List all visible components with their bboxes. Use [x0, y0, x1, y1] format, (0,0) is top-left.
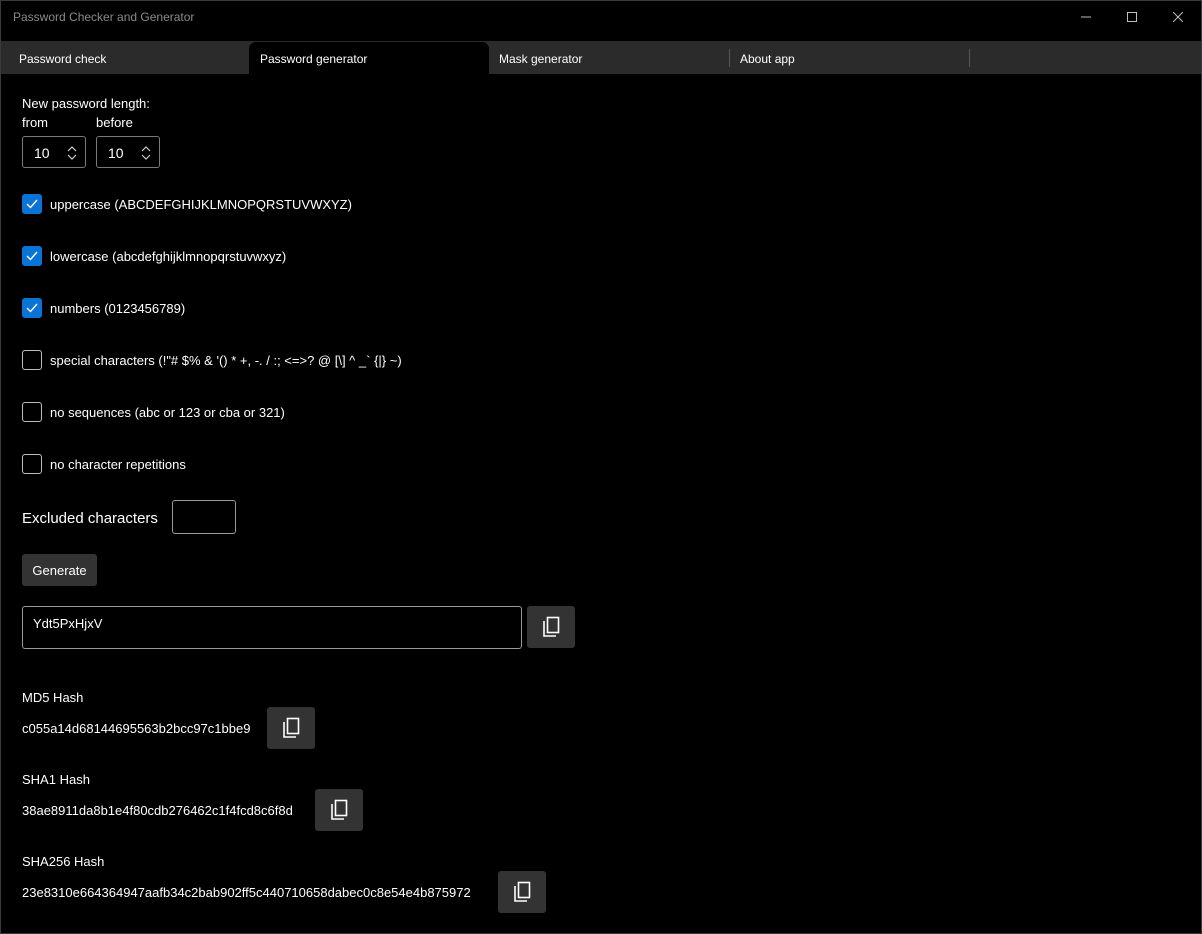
checkbox-lowercase[interactable] [22, 246, 42, 266]
before-value: 10 [108, 145, 124, 161]
checkbox-uppercase[interactable] [22, 194, 42, 214]
window-title: Password Checker and Generator [13, 10, 195, 24]
tab-label: Mask generator [499, 52, 583, 66]
option-uppercase[interactable]: uppercase (ABCDEFGHIJKLMNOPQRSTUVWXYZ) [22, 194, 352, 214]
spin-icon[interactable] [67, 143, 77, 163]
option-numbers[interactable]: numbers (0123456789) [22, 298, 185, 318]
tab-separator [969, 49, 970, 67]
copy-icon [331, 799, 348, 820]
option-label: no character repetitions [50, 456, 186, 472]
from-value: 10 [34, 145, 50, 161]
before-label: before [96, 115, 133, 130]
app-window: Password Checker and Generator Password … [0, 0, 1202, 934]
minimize-button[interactable] [1063, 1, 1109, 33]
close-icon [1173, 12, 1183, 22]
length-heading: New password length: [22, 96, 150, 111]
tab-bar: Password check Password generator Mask g… [1, 41, 1201, 74]
option-label: numbers (0123456789) [50, 300, 186, 316]
spin-icon[interactable] [141, 143, 151, 163]
password-output-field[interactable]: Ydt5PxHjxV [22, 606, 522, 649]
tab-label: Password check [19, 52, 107, 66]
checkbox-numbers[interactable] [22, 298, 42, 318]
sha256-value: 23e8310e664364947aafb34c2bab902ff5c44071… [22, 885, 471, 900]
sha1-value: 38ae8911da8b1e4f80cdb276462c1f4fcd8c6f8d [22, 803, 293, 818]
checkbox-special-characters[interactable] [22, 350, 42, 370]
copy-icon [283, 717, 300, 738]
tab-label: About app [740, 52, 795, 66]
copy-md5-button[interactable] [267, 707, 315, 749]
from-label: from [22, 115, 48, 130]
sha256-label: SHA256 Hash [22, 854, 105, 869]
tab-mask-generator[interactable]: Mask generator [481, 42, 721, 74]
option-label: special characters (!"# $% & '() * +, -.… [50, 352, 402, 368]
tab-about-app[interactable]: About app [722, 42, 962, 74]
option-no-sequences[interactable]: no sequences (abc or 123 or cba or 321) [22, 402, 285, 422]
check-icon [26, 199, 38, 209]
copy-password-button[interactable] [527, 606, 575, 648]
md5-label: MD5 Hash [22, 690, 84, 705]
tab-label: Password generator [260, 52, 368, 66]
excluded-label: Excluded characters [22, 510, 158, 527]
option-label: lowercase (abcdefghijklmnopqrstuvwxyz) [50, 248, 287, 264]
tab-password-generator[interactable]: Password generator [249, 42, 489, 74]
tab-password-check[interactable]: Password check [1, 42, 241, 74]
maximize-icon [1127, 12, 1137, 22]
option-lowercase[interactable]: lowercase (abcdefghijklmnopqrstuvwxyz) [22, 246, 286, 266]
maximize-button[interactable] [1109, 1, 1155, 33]
title-bar: Password Checker and Generator [1, 1, 1201, 33]
option-no-repetitions[interactable]: no character repetitions [22, 454, 186, 474]
copy-sha1-button[interactable] [315, 789, 363, 831]
close-button[interactable] [1155, 1, 1201, 33]
checkbox-no-sequences[interactable] [22, 402, 42, 422]
before-number-box[interactable]: 10 [96, 136, 160, 168]
checkbox-no-repetitions[interactable] [22, 454, 42, 474]
copy-icon [543, 616, 560, 637]
excluded-characters-input[interactable] [172, 500, 236, 534]
md5-value: c055a14d68144695563b2bcc97c1bbe9 [22, 721, 251, 736]
option-label: uppercase (ABCDEFGHIJKLMNOPQRSTUVWXYZ) [50, 196, 352, 212]
minimize-icon [1081, 16, 1091, 18]
option-label: no sequences (abc or 123 or cba or 321) [50, 404, 285, 420]
generate-button[interactable]: Generate [22, 554, 97, 586]
option-special-characters[interactable]: special characters (!"# $% & '() * +, -.… [22, 350, 402, 370]
password-value: Ydt5PxHjxV [33, 616, 103, 631]
copy-icon [514, 881, 531, 902]
check-icon [26, 303, 38, 313]
copy-sha256-button[interactable] [498, 871, 546, 913]
from-number-box[interactable]: 10 [22, 136, 86, 168]
sha1-label: SHA1 Hash [22, 772, 90, 787]
check-icon [26, 251, 38, 261]
